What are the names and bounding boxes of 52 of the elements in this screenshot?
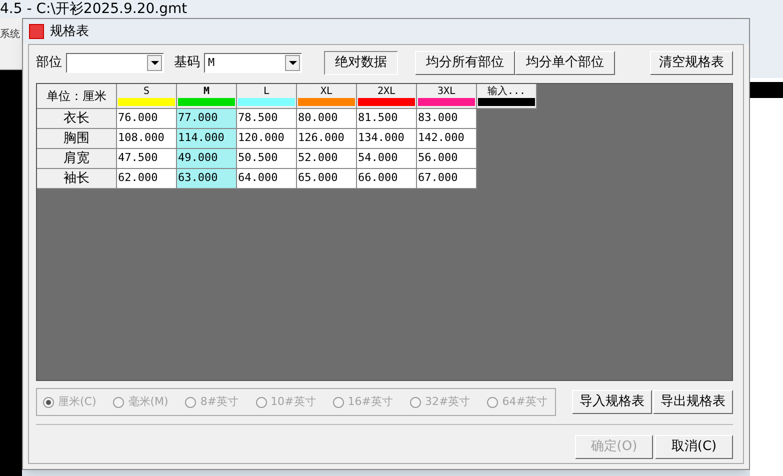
column-header[interactable]: L bbox=[237, 84, 297, 109]
table-cell[interactable]: 108.000 bbox=[117, 129, 177, 149]
table-cell[interactable]: 114.000 bbox=[177, 129, 237, 149]
row-header: 肩宽 bbox=[37, 149, 117, 169]
table-cell[interactable]: 78.500 bbox=[237, 109, 297, 129]
clear-button[interactable]: 清空规格表 bbox=[650, 51, 733, 75]
table-cell[interactable]: 50.500 bbox=[237, 149, 297, 169]
table-cell[interactable]: 49.000 bbox=[177, 149, 237, 169]
table-cell[interactable]: 64.000 bbox=[237, 169, 297, 189]
table-cell[interactable]: 142.000 bbox=[417, 129, 477, 149]
table-cell[interactable]: 77.000 bbox=[177, 109, 237, 129]
toolbar-button[interactable]: 均分所有部位 bbox=[415, 51, 515, 75]
table-cell[interactable]: 83.000 bbox=[417, 109, 477, 129]
table-cell[interactable]: 63.000 bbox=[177, 169, 237, 189]
table-cell[interactable]: 65.000 bbox=[297, 169, 357, 189]
app-logo-icon bbox=[29, 24, 44, 39]
table-cell[interactable]: 134.000 bbox=[357, 129, 417, 149]
table-cell[interactable]: 76.000 bbox=[117, 109, 177, 129]
field-label: 基码 bbox=[174, 54, 200, 72]
column-header: 单位：厘米 bbox=[37, 84, 117, 109]
table-cell[interactable]: 56.000 bbox=[417, 149, 477, 169]
field-label: 部位 bbox=[36, 54, 62, 72]
table-cell[interactable]: 120.000 bbox=[237, 129, 297, 149]
file-button[interactable]: 导入规格表 bbox=[572, 390, 652, 414]
table-cell[interactable]: 126.000 bbox=[297, 129, 357, 149]
column-header[interactable]: 输入... bbox=[477, 84, 537, 109]
table-cell[interactable]: 47.500 bbox=[117, 149, 177, 169]
toolbar-button[interactable]: 绝对数据 bbox=[324, 51, 398, 75]
file-button[interactable]: 导出规格表 bbox=[653, 390, 733, 414]
table-cell[interactable]: 67.000 bbox=[417, 169, 477, 189]
table-cell[interactable]: 54.000 bbox=[357, 149, 417, 169]
table-cell[interactable]: 62.000 bbox=[117, 169, 177, 189]
column-header[interactable]: XL bbox=[297, 84, 357, 109]
dropdown[interactable]: M bbox=[204, 53, 302, 73]
column-header[interactable]: 2XL bbox=[357, 84, 417, 109]
row-header: 衣长 bbox=[37, 109, 117, 129]
window-title: 规格表 bbox=[50, 22, 89, 41]
column-header[interactable]: 3XL bbox=[417, 84, 477, 109]
dropdown[interactable] bbox=[66, 53, 164, 73]
table-cell[interactable]: 81.500 bbox=[357, 109, 417, 129]
toolbar-button[interactable]: 均分单个部位 bbox=[515, 51, 615, 75]
table-cell[interactable]: 80.000 bbox=[297, 109, 357, 129]
row-header: 胸围 bbox=[37, 129, 117, 149]
table-cell[interactable]: 52.000 bbox=[297, 149, 357, 169]
background-panel bbox=[750, 82, 783, 98]
menu-item[interactable]: 系统 bbox=[0, 27, 22, 42]
dialog-button[interactable]: 取消(C) bbox=[655, 435, 733, 459]
app-title: 4.5 - C:\开衫2025.9.20.gmt bbox=[0, 2, 188, 16]
row-header: 袖长 bbox=[37, 169, 117, 189]
column-header[interactable]: S bbox=[117, 84, 177, 109]
column-header[interactable]: M bbox=[177, 84, 237, 109]
table-cell[interactable]: 66.000 bbox=[357, 169, 417, 189]
